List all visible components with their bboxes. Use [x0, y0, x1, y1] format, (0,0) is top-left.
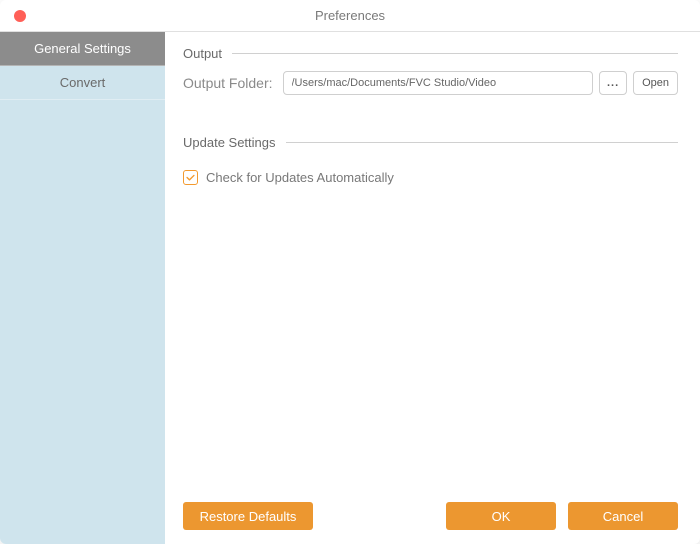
cancel-button[interactable]: Cancel: [568, 502, 678, 530]
window-body: General Settings Convert Output Output F…: [0, 32, 700, 544]
output-section-header: Output: [183, 46, 678, 61]
open-button[interactable]: Open: [633, 71, 678, 95]
divider: [286, 142, 678, 143]
output-folder-label: Output Folder:: [183, 75, 273, 91]
window-title: Preferences: [0, 8, 700, 23]
auto-update-checkbox[interactable]: [183, 170, 198, 185]
output-folder-input[interactable]: [283, 71, 594, 95]
content-pane: Output Output Folder: ... Open Update Se…: [165, 32, 700, 544]
sidebar-item-convert[interactable]: Convert: [0, 66, 165, 100]
check-icon: [185, 172, 196, 183]
browse-button[interactable]: ...: [599, 71, 627, 95]
divider: [232, 53, 678, 54]
output-folder-row: Output Folder: ... Open: [183, 71, 678, 95]
restore-defaults-button[interactable]: Restore Defaults: [183, 502, 313, 530]
close-icon[interactable]: [14, 10, 26, 22]
sidebar-item-general-settings[interactable]: General Settings: [0, 32, 165, 66]
sidebar-item-label: General Settings: [34, 41, 131, 56]
update-section-header: Update Settings: [183, 135, 678, 150]
footer: Restore Defaults OK Cancel: [183, 502, 678, 530]
output-heading: Output: [183, 46, 222, 61]
auto-update-row: Check for Updates Automatically: [183, 170, 678, 185]
sidebar-item-label: Convert: [60, 75, 106, 90]
titlebar: Preferences: [0, 0, 700, 32]
update-heading: Update Settings: [183, 135, 276, 150]
auto-update-label[interactable]: Check for Updates Automatically: [206, 170, 394, 185]
preferences-window: Preferences General Settings Convert Out…: [0, 0, 700, 544]
sidebar: General Settings Convert: [0, 32, 165, 544]
ok-button[interactable]: OK: [446, 502, 556, 530]
